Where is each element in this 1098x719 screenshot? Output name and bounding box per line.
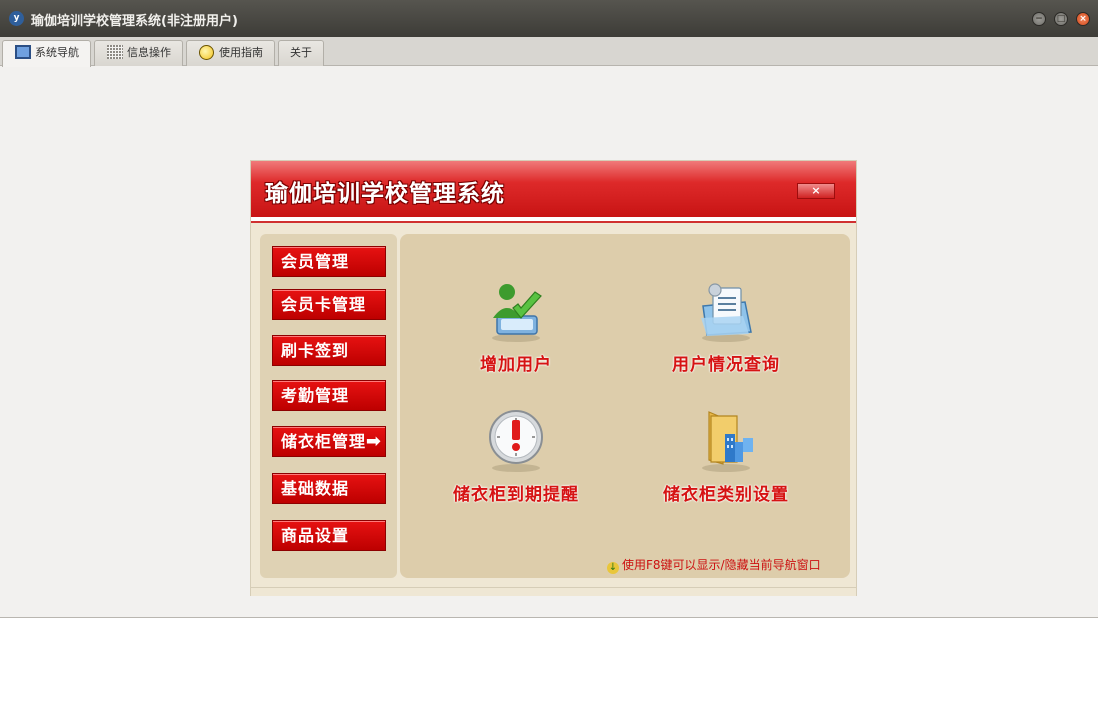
tab-bar: 系统导航 信息操作 使用指南 关于 <box>0 37 1098 67</box>
menu-locker-management[interactable]: 储衣柜管理 ➡ <box>272 426 386 457</box>
menu-member-management[interactable]: 会员管理 <box>272 246 386 277</box>
menu-attendance-management[interactable]: 考勤管理 <box>272 380 386 411</box>
app-icon: y <box>9 11 24 26</box>
menu-member-card-management[interactable]: 会员卡管理 <box>272 289 386 320</box>
menu-label: 商品设置 <box>281 526 350 545</box>
nav-actions-panel: 增加用户 用户情况查询 储衣柜到期提醒 储衣柜类别设置 ↓ 使用F8键可以显示/… <box>400 234 850 578</box>
navigation-panel: 瑜伽培训学校管理系统 × 会员管理 会员卡管理 刷卡签到 考勤管理 储衣柜管理 ➡… <box>250 160 857 596</box>
action-label: 用户情况查询 <box>672 355 780 375</box>
window-title: 瑜伽培训学校管理系统(非注册用户) <box>31 14 238 29</box>
tab-label: 信息操作 <box>127 46 171 59</box>
action-user-query[interactable]: 用户情况查询 <box>631 278 821 378</box>
tab-user-guide[interactable]: 使用指南 <box>186 40 275 66</box>
grid-icon <box>107 45 123 59</box>
f8-hint: ↓ 使用F8键可以显示/隐藏当前导航窗口 <box>607 556 821 574</box>
tab-label: 关于 <box>290 46 312 59</box>
menu-card-checkin[interactable]: 刷卡签到 <box>272 335 386 366</box>
action-add-user[interactable]: 增加用户 <box>421 278 611 378</box>
action-label: 增加用户 <box>480 355 552 375</box>
menu-label: 刷卡签到 <box>281 341 350 360</box>
menu-label: 会员卡管理 <box>281 295 367 314</box>
menu-label: 考勤管理 <box>281 386 350 405</box>
menu-product-settings[interactable]: 商品设置 <box>272 520 386 551</box>
tab-label: 系统导航 <box>35 46 79 59</box>
menu-label: 基础数据 <box>281 479 350 498</box>
arrow-right-icon: ➡ <box>365 431 382 452</box>
menu-basic-data[interactable]: 基础数据 <box>272 473 386 504</box>
close-icon: × <box>811 184 821 197</box>
nav-menu: 会员管理 会员卡管理 刷卡签到 考勤管理 储衣柜管理 ➡ 基础数据 商品设置 <box>260 234 397 578</box>
nav-title: 瑜伽培训学校管理系统 <box>265 180 505 207</box>
menu-label: 储衣柜管理 <box>281 432 367 451</box>
app-window: y 瑜伽培训学校管理系统(非注册用户) − □ × 系统导航 信息操作 使用指南… <box>0 0 1098 618</box>
hint-text: 使用F8键可以显示/隐藏当前导航窗口 <box>622 558 821 572</box>
folder-settings-icon <box>702 411 753 472</box>
tab-about[interactable]: 关于 <box>278 40 324 66</box>
tab-system-navigation[interactable]: 系统导航 <box>2 40 91 67</box>
menu-label: 会员管理 <box>281 252 350 271</box>
title-bar[interactable]: y 瑜伽培训学校管理系统(非注册用户) − □ × <box>0 0 1098 37</box>
query-user-icon <box>701 283 752 342</box>
header-divider <box>251 221 856 223</box>
action-label: 储衣柜到期提醒 <box>453 485 579 505</box>
action-locker-expiry-reminder[interactable]: 储衣柜到期提醒 <box>421 408 611 508</box>
close-icon: × <box>1079 14 1087 24</box>
minimize-icon: − <box>1035 14 1043 24</box>
tab-label: 使用指南 <box>219 46 263 59</box>
monitor-icon <box>15 45 31 59</box>
maximize-icon: □ <box>1056 14 1066 24</box>
arrow-down-icon: ↓ <box>607 562 619 574</box>
maximize-button[interactable]: □ <box>1054 12 1068 26</box>
action-label: 储衣柜类别设置 <box>663 485 789 505</box>
add-user-icon <box>492 284 542 342</box>
help-icon <box>199 45 214 60</box>
nav-close-button[interactable]: × <box>797 183 835 199</box>
clock-alert-icon <box>489 410 543 472</box>
minimize-button[interactable]: − <box>1032 12 1046 26</box>
tab-info-operation[interactable]: 信息操作 <box>94 40 183 66</box>
action-locker-category-settings[interactable]: 储衣柜类别设置 <box>631 408 821 508</box>
nav-header: 瑜伽培训学校管理系统 × <box>251 161 856 221</box>
nav-footer <box>251 587 856 596</box>
close-button[interactable]: × <box>1076 12 1090 26</box>
